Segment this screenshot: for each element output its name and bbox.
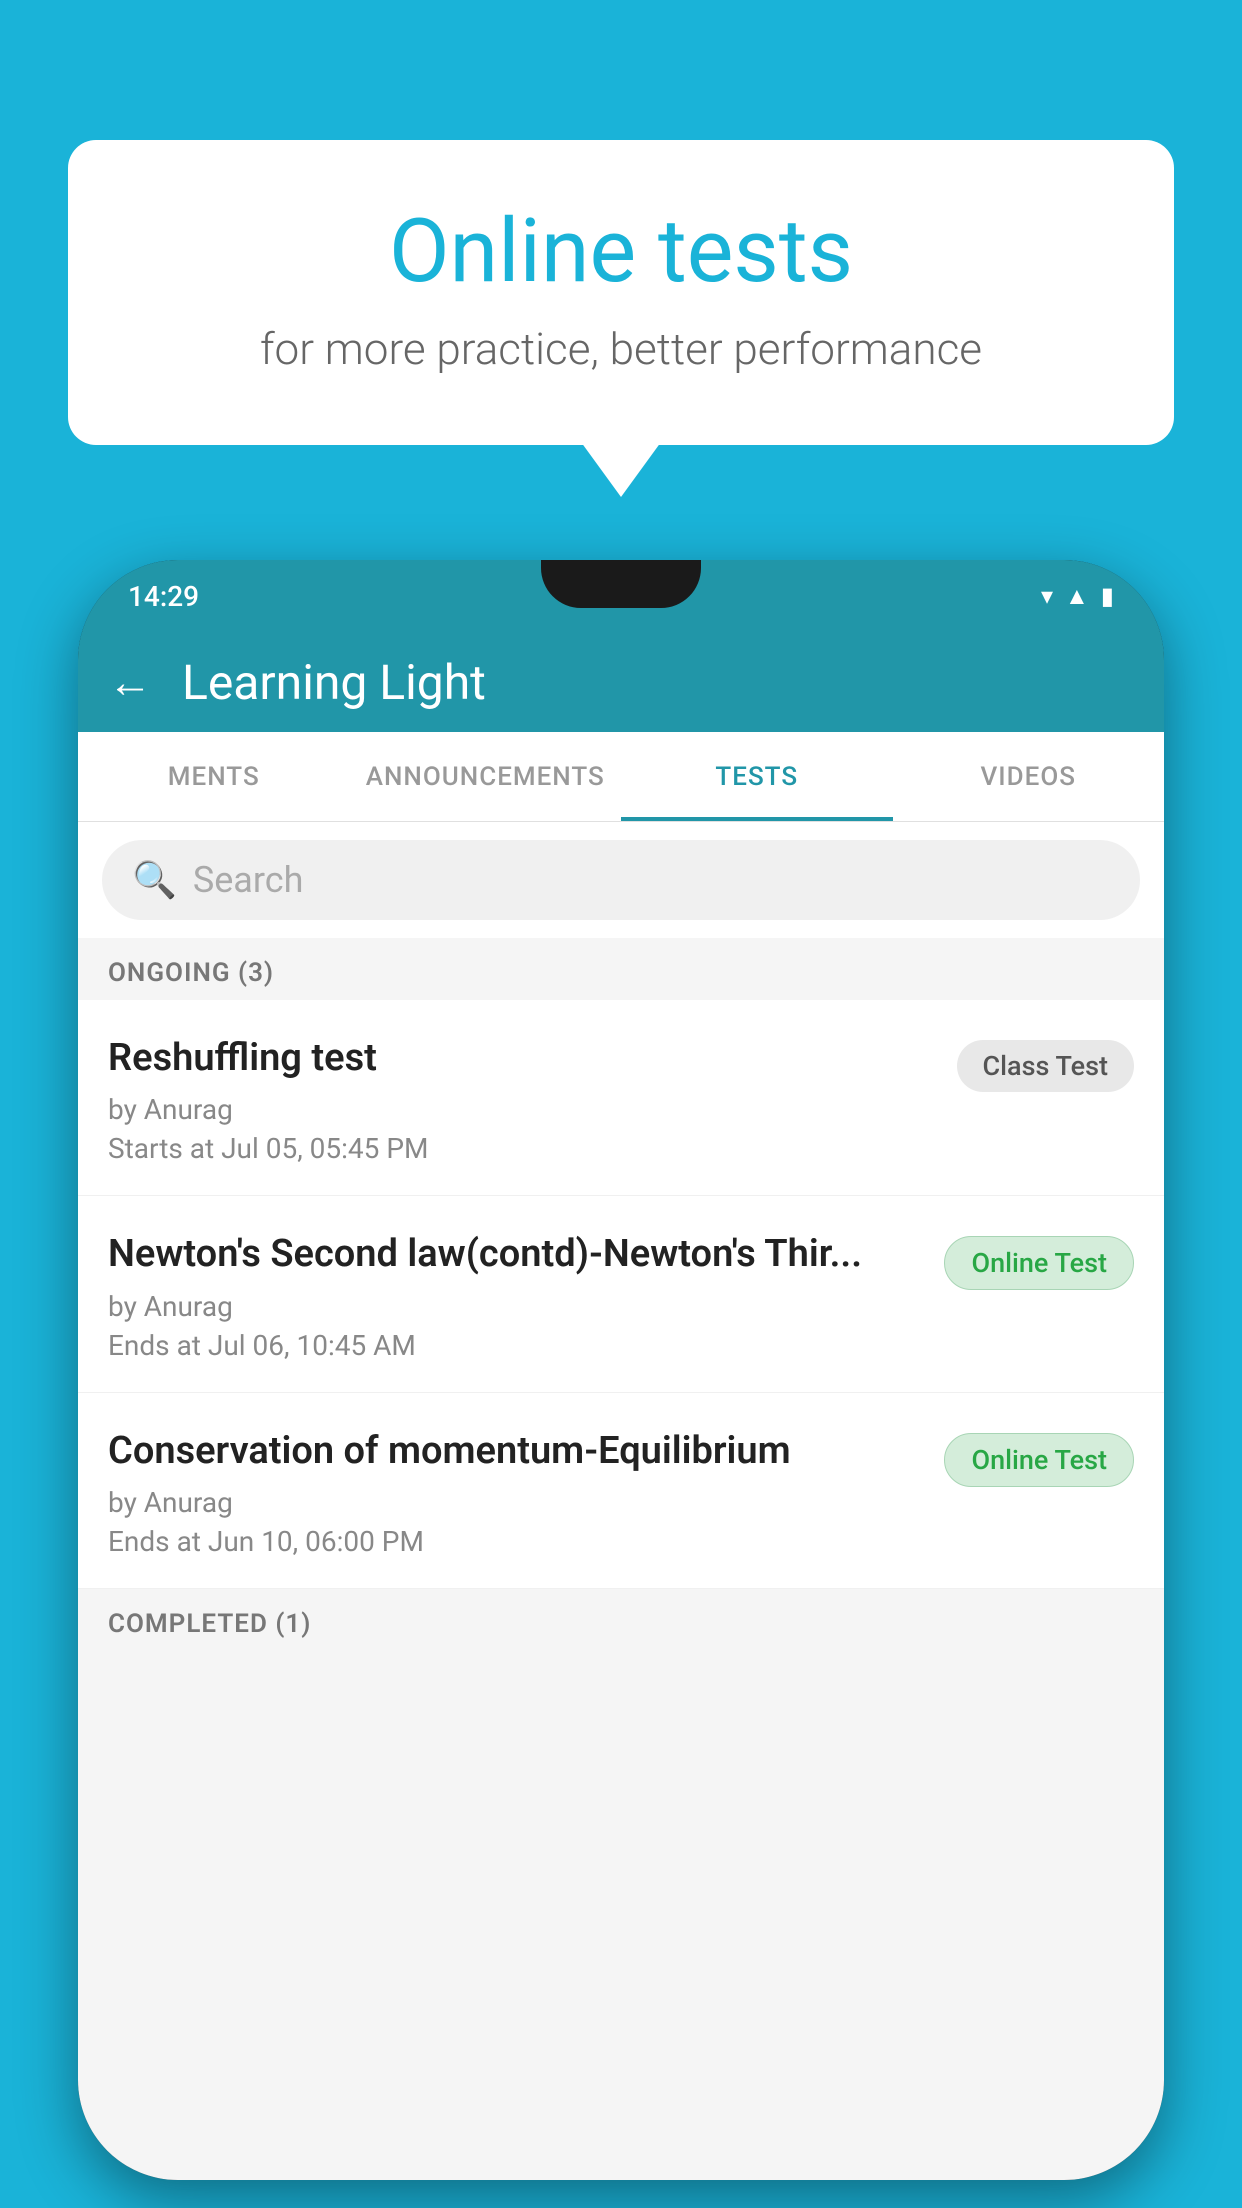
app-bar: ← Learning Light — [78, 632, 1164, 732]
battery-icon: ▮ — [1101, 582, 1114, 610]
wifi-icon: ▾ — [1041, 582, 1053, 610]
ongoing-section-header: ONGOING (3) — [78, 938, 1164, 1000]
test-date-2: Ends at Jul 06, 10:45 AM — [108, 1329, 924, 1362]
test-item-3[interactable]: Conservation of momentum-Equilibrium by … — [78, 1393, 1164, 1589]
tab-tests[interactable]: TESTS — [621, 732, 893, 821]
test-item-2[interactable]: Newton's Second law(contd)-Newton's Thir… — [78, 1196, 1164, 1392]
app-title: Learning Light — [182, 654, 486, 711]
test-badge-2: Online Test — [944, 1236, 1134, 1290]
back-button[interactable]: ← — [108, 656, 152, 708]
test-info-1: Reshuffling test by Anurag Starts at Jul… — [108, 1034, 957, 1165]
completed-section-header: COMPLETED (1) — [78, 1589, 1164, 1651]
bubble-subtitle: for more practice, better performance — [148, 323, 1094, 375]
phone-frame: 14:29 ▾ ▲ ▮ ← Learning Light MENTS ANNOU… — [78, 560, 1164, 2180]
tab-ments[interactable]: MENTS — [78, 732, 350, 821]
test-info-3: Conservation of momentum-Equilibrium by … — [108, 1427, 944, 1558]
test-name-1: Reshuffling test — [108, 1034, 937, 1083]
test-date-1: Starts at Jul 05, 05:45 PM — [108, 1132, 937, 1165]
test-item-1[interactable]: Reshuffling test by Anurag Starts at Jul… — [78, 1000, 1164, 1196]
signal-icon: ▲ — [1065, 582, 1089, 611]
test-name-2: Newton's Second law(contd)-Newton's Thir… — [108, 1230, 924, 1279]
phone-notch — [541, 560, 701, 608]
tab-videos[interactable]: VIDEOS — [893, 732, 1165, 821]
test-list: Reshuffling test by Anurag Starts at Jul… — [78, 1000, 1164, 1589]
status-bar: 14:29 ▾ ▲ ▮ — [78, 560, 1164, 632]
bubble-title: Online tests — [148, 200, 1094, 303]
tab-announcements[interactable]: ANNOUNCEMENTS — [350, 732, 622, 821]
test-author-3: by Anurag — [108, 1486, 924, 1519]
phone-screen: MENTS ANNOUNCEMENTS TESTS VIDEOS 🔍 Searc… — [78, 732, 1164, 2180]
search-bar[interactable]: 🔍 Search — [102, 840, 1140, 920]
test-author-2: by Anurag — [108, 1290, 924, 1323]
test-name-3: Conservation of momentum-Equilibrium — [108, 1427, 924, 1476]
search-placeholder: Search — [193, 859, 304, 901]
test-author-1: by Anurag — [108, 1093, 937, 1126]
status-time: 14:29 — [128, 580, 199, 613]
test-date-3: Ends at Jun 10, 06:00 PM — [108, 1525, 924, 1558]
test-badge-3: Online Test — [944, 1433, 1134, 1487]
test-info-2: Newton's Second law(contd)-Newton's Thir… — [108, 1230, 944, 1361]
test-badge-1: Class Test — [957, 1040, 1135, 1092]
tab-bar: MENTS ANNOUNCEMENTS TESTS VIDEOS — [78, 732, 1164, 822]
search-icon: 🔍 — [132, 859, 177, 901]
status-icons: ▾ ▲ ▮ — [1041, 582, 1114, 611]
speech-bubble: Online tests for more practice, better p… — [68, 140, 1174, 445]
search-container: 🔍 Search — [78, 822, 1164, 938]
